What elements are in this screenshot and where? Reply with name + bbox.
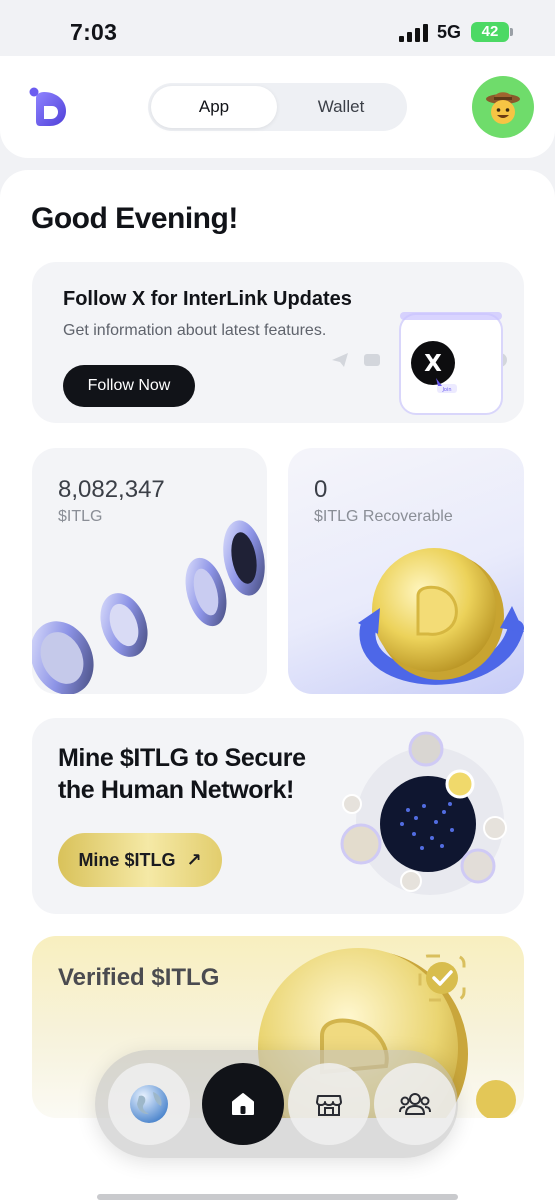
- people-icon: [399, 1093, 431, 1115]
- join-badge: Join: [441, 387, 451, 393]
- status-bar: 7:03 5G 42: [0, 0, 555, 64]
- tab-app[interactable]: App: [151, 86, 277, 128]
- youtube-icon: [364, 354, 380, 366]
- arrow-up-right-icon: ↗: [186, 850, 202, 870]
- balance-card[interactable]: 8,082,347 $ITLG: [32, 448, 267, 694]
- telegram-icon: [332, 353, 348, 367]
- social-icons-illustration: X Join: [332, 312, 507, 415]
- interlink-logo-icon[interactable]: [26, 84, 72, 130]
- bottom-navigation: [95, 1050, 458, 1158]
- status-time: 7:03: [70, 19, 118, 45]
- recoverable-card[interactable]: 0 $ITLG Recoverable: [288, 448, 524, 694]
- follow-now-button[interactable]: Follow Now: [63, 365, 195, 407]
- battery-icon: 42: [471, 22, 513, 42]
- recoverable-value: 0: [314, 476, 328, 503]
- tab-wallet[interactable]: Wallet: [278, 86, 404, 128]
- battery-level: 42: [481, 23, 499, 40]
- signal-icon: [399, 24, 428, 42]
- home-indicator: [97, 1194, 458, 1200]
- svg-text:X: X: [424, 351, 442, 377]
- mine-button-label: Mine $ITLG: [78, 850, 176, 870]
- mine-card-title: Mine $ITLG to Secure the Human Network!: [58, 744, 306, 804]
- nav-home[interactable]: [202, 1063, 284, 1145]
- app-wallet-switcher: App Wallet: [148, 83, 407, 131]
- home-icon: [232, 1093, 254, 1115]
- recoverable-label: $ITLG Recoverable: [314, 508, 453, 525]
- balance-label: $ITLG: [58, 508, 103, 525]
- nav-community[interactable]: [374, 1063, 456, 1145]
- cowboy-emoji-icon: [486, 92, 520, 124]
- verified-card-title: Verified $ITLG: [58, 964, 220, 991]
- mine-card[interactable]: Mine $ITLG to Secure the Human Network! …: [32, 718, 524, 914]
- globe-icon: [130, 1085, 168, 1123]
- balance-value: 8,082,347: [58, 476, 165, 503]
- mine-button[interactable]: Mine $ITLG ↗: [58, 833, 222, 887]
- follow-x-card[interactable]: Follow X for InterLink Updates Get infor…: [32, 262, 524, 423]
- avatar[interactable]: [472, 76, 534, 138]
- page-title: Good Evening!: [31, 202, 238, 235]
- store-icon: [316, 1095, 342, 1116]
- nav-store[interactable]: [288, 1063, 370, 1145]
- follow-card-subtitle: Get information about latest features.: [63, 322, 327, 339]
- human-network-globe-illustration: [340, 731, 507, 895]
- home-content: Good Evening! Follow X for InterLink Upd…: [0, 170, 555, 1200]
- nav-globe[interactable]: [108, 1063, 190, 1145]
- network-type: 5G: [437, 22, 462, 42]
- follow-card-title: Follow X for InterLink Updates: [63, 288, 352, 310]
- app-header: App Wallet: [0, 56, 555, 158]
